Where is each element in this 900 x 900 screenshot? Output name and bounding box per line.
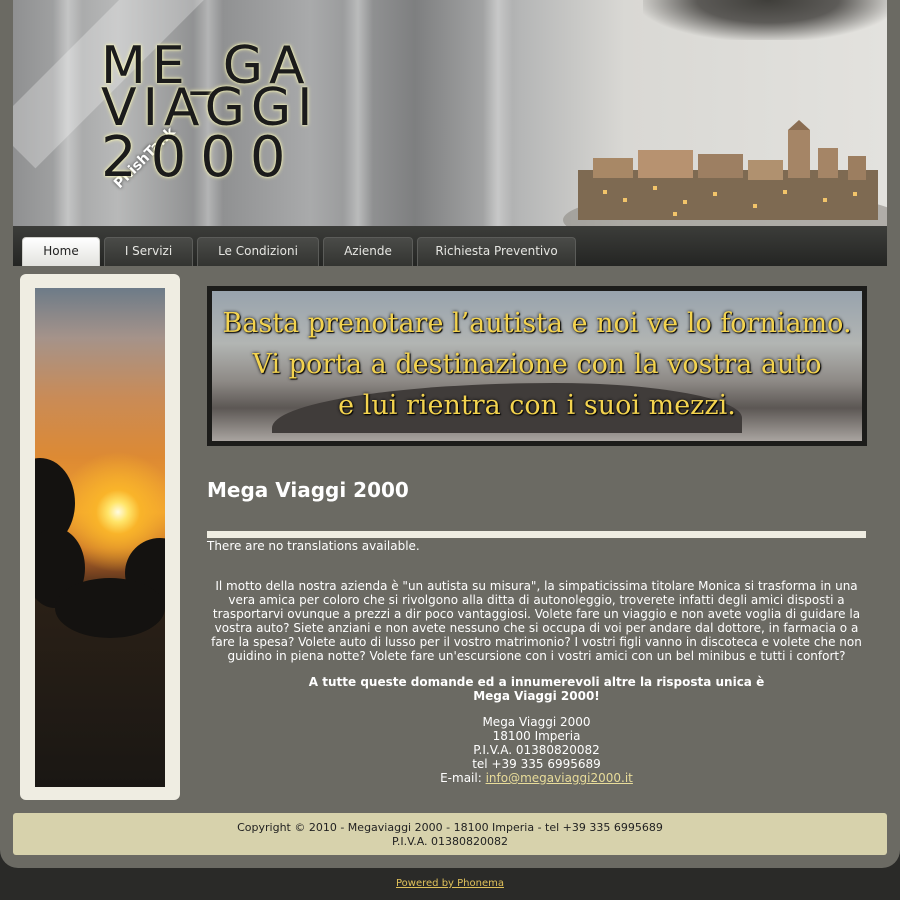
banner-image: Basta prenotare l’autista e noi ve lo fo… (212, 291, 862, 441)
powered-by: Powered by Phonema (0, 878, 900, 889)
tab-aziende[interactable]: Aziende (323, 237, 413, 266)
footer-copyright: Copyright © 2010 - Megaviaggi 2000 - 181… (237, 821, 663, 834)
site-footer: Copyright © 2010 - Megaviaggi 2000 - 181… (13, 813, 887, 855)
banner-slogan: Basta prenotare l’autista e noi ve lo fo… (212, 303, 862, 426)
curtain-streak (483, 0, 513, 226)
banner-line3: e lui rientra con i suoi mezzi. (338, 390, 736, 421)
footer-piva: P.I.V.A. 01380820082 (391, 835, 509, 848)
site-header: PhishTank ME_GA VIAGGI 2000 (13, 0, 887, 226)
powered-by-link[interactable]: Powered by Phonema (396, 878, 504, 889)
contact-address: 18100 Imperia (492, 729, 581, 743)
banner-line1: Basta prenotare l’autista e noi ve lo fo… (222, 308, 852, 339)
contact-email-row: E-mail: info@megaviaggi2000.it (207, 771, 866, 785)
hilltown-illustration (563, 120, 887, 226)
contact-block: Mega Viaggi 2000 18100 Imperia P.I.V.A. … (207, 715, 866, 785)
header-cloud (643, 0, 887, 40)
translation-notice: There are no translations available. (207, 539, 420, 553)
intro-paragraph: Il motto della nostra azienda è "un auti… (211, 579, 862, 663)
tagline: A tutte queste domande ed a innumerevoli… (207, 675, 866, 703)
contact-piva: P.I.V.A. 01380820082 (473, 743, 600, 757)
tab-home[interactable]: Home (22, 237, 100, 266)
banner-line2: Vi porta a destinazione con la vostra au… (252, 349, 822, 380)
tagline-line1: A tutte queste domande ed a innumerevoli… (308, 675, 765, 689)
site-logo[interactable]: ME_GA VIAGGI 2000 (101, 40, 391, 190)
divider (207, 531, 866, 538)
hero-banner: Basta prenotare l’autista e noi ve lo fo… (207, 286, 867, 446)
contact-name: Mega Viaggi 2000 (482, 715, 591, 729)
email-link[interactable]: info@megaviaggi2000.it (486, 771, 633, 785)
tab-servizi[interactable]: I Servizi (104, 237, 193, 266)
contact-tel: tel +39 335 6995689 (472, 757, 601, 771)
tab-richiesta-preventivo[interactable]: Richiesta Preventivo (417, 237, 576, 266)
main-nav: Home I Servizi Le Condizioni Aziende Ric… (13, 226, 887, 266)
tab-condizioni[interactable]: Le Condizioni (197, 237, 319, 266)
logo-line3: 2000 (101, 125, 300, 190)
tagline-line2: Mega Viaggi 2000! (473, 689, 600, 703)
page-title: Mega Viaggi 2000 (207, 478, 409, 502)
email-label: E-mail: (440, 771, 486, 785)
sunset-photo (35, 288, 165, 787)
sidebar (20, 274, 180, 800)
